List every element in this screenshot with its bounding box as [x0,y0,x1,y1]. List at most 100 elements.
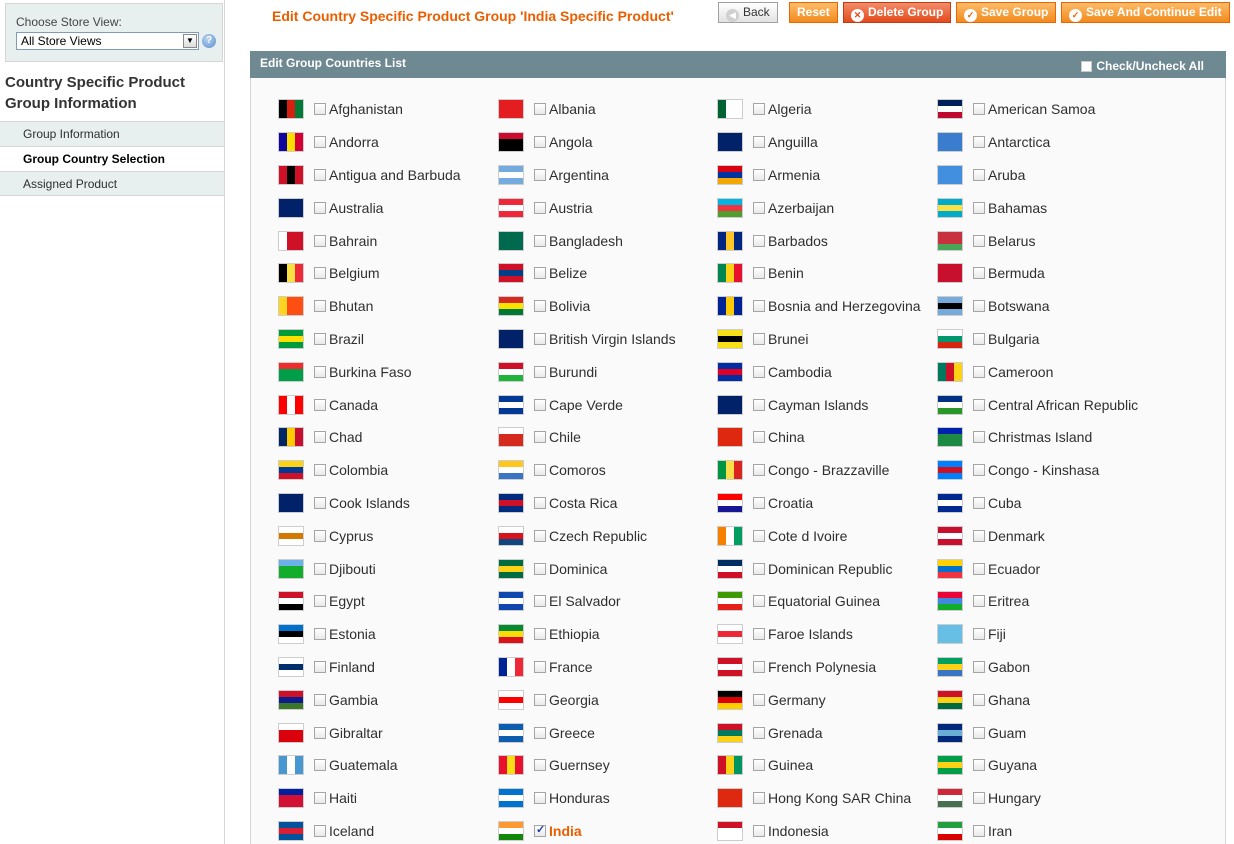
country-checkbox[interactable] [314,103,326,116]
country-checkbox[interactable] [314,792,326,805]
sidebar-tab[interactable]: Assigned Product [0,171,224,196]
country-checkbox[interactable] [753,300,765,313]
country-checkbox[interactable] [534,660,546,673]
country-checkbox[interactable] [314,628,326,641]
country-checkbox[interactable] [973,792,985,805]
country-checkbox[interactable] [534,595,546,608]
country-checkbox[interactable] [534,103,546,116]
delete-group-button[interactable]: ✕ Delete Group [843,2,952,23]
country-checkbox[interactable] [973,365,985,378]
country-checkbox[interactable] [314,267,326,280]
sidebar-tab[interactable]: Group Country Selection [0,146,224,171]
country-checkbox[interactable] [534,365,546,378]
country-checkbox[interactable] [973,595,985,608]
country-checkbox[interactable] [753,168,765,181]
country-checkbox[interactable] [973,300,985,313]
country-checkbox[interactable] [314,136,326,149]
country-checkbox[interactable] [753,562,765,575]
country-checkbox[interactable] [973,759,985,772]
country-checkbox[interactable] [973,168,985,181]
country-checkbox[interactable] [753,726,765,739]
country-checkbox[interactable] [314,300,326,313]
country-checkbox[interactable] [753,792,765,805]
store-view-select[interactable]: All Store Views ▼ [16,32,199,50]
country-checkbox[interactable] [973,726,985,739]
country-checkbox[interactable] [753,824,765,837]
country-checkbox[interactable] [753,234,765,247]
country-checkbox[interactable] [973,628,985,641]
country-checkbox[interactable] [753,693,765,706]
help-icon[interactable]: ? [202,34,216,48]
country-checkbox[interactable] [314,431,326,444]
country-checkbox[interactable] [753,464,765,477]
country-checkbox[interactable] [753,136,765,149]
back-button[interactable]: ◀ Back [718,2,778,23]
country-checkbox[interactable] [973,201,985,214]
sidebar-tab[interactable]: Group Information [0,121,224,146]
country-checkbox[interactable] [534,234,546,247]
country-checkbox[interactable] [753,103,765,116]
country-checkbox[interactable] [973,824,985,837]
country-checkbox[interactable] [973,332,985,345]
country-checkbox[interactable] [973,464,985,477]
country-checkbox[interactable] [973,136,985,149]
country-checkbox[interactable] [973,431,985,444]
country-checkbox[interactable] [314,332,326,345]
country-checkbox[interactable] [973,660,985,673]
country-checkbox[interactable] [314,398,326,411]
country-checkbox[interactable] [753,496,765,509]
country-checkbox[interactable] [534,431,546,444]
country-checkbox[interactable] [973,103,985,116]
country-checkbox[interactable] [534,529,546,542]
country-checkbox[interactable] [534,464,546,477]
country-checkbox[interactable] [314,201,326,214]
country-checkbox[interactable] [534,792,546,805]
country-checkbox[interactable] [314,562,326,575]
country-checkbox[interactable] [534,562,546,575]
save-group-button[interactable]: ✓ Save Group [956,2,1057,23]
country-checkbox[interactable] [314,693,326,706]
country-checkbox[interactable] [753,201,765,214]
country-checkbox[interactable] [314,464,326,477]
country-checkbox[interactable] [314,234,326,247]
country-checkbox[interactable] [314,168,326,181]
country-checkbox[interactable] [973,562,985,575]
country-checkbox[interactable] [314,726,326,739]
country-checkbox[interactable] [314,365,326,378]
country-checkbox[interactable] [753,759,765,772]
country-checkbox[interactable] [534,693,546,706]
chevron-down-icon[interactable]: ▼ [183,34,197,48]
country-checkbox[interactable] [314,595,326,608]
country-checkbox[interactable] [534,628,546,641]
country-checkbox[interactable] [753,628,765,641]
country-checkbox[interactable] [314,824,326,837]
country-checkbox[interactable] [753,365,765,378]
country-checkbox[interactable] [534,398,546,411]
country-checkbox[interactable] [314,660,326,673]
country-checkbox[interactable] [534,267,546,280]
check-all-checkbox[interactable] [1081,60,1093,72]
country-checkbox[interactable] [753,398,765,411]
country-checkbox[interactable] [753,332,765,345]
country-checkbox[interactable] [753,660,765,673]
country-checkbox[interactable] [534,300,546,313]
country-checkbox[interactable] [534,201,546,214]
country-checkbox[interactable] [973,529,985,542]
check-uncheck-all[interactable]: Check/Uncheck All [1081,59,1204,73]
country-checkbox[interactable] [534,823,546,837]
country-checkbox[interactable] [534,168,546,181]
country-checkbox[interactable] [753,431,765,444]
country-checkbox[interactable] [973,398,985,411]
country-checkbox[interactable] [973,693,985,706]
country-checkbox[interactable] [534,496,546,509]
country-checkbox[interactable] [534,332,546,345]
reset-button[interactable]: Reset [789,2,838,23]
country-checkbox[interactable] [753,529,765,542]
country-checkbox[interactable] [973,234,985,247]
country-checkbox[interactable] [534,726,546,739]
country-checkbox[interactable] [973,496,985,509]
country-checkbox[interactable] [314,529,326,542]
country-checkbox[interactable] [314,759,326,772]
country-checkbox[interactable] [973,267,985,280]
country-checkbox[interactable] [753,595,765,608]
